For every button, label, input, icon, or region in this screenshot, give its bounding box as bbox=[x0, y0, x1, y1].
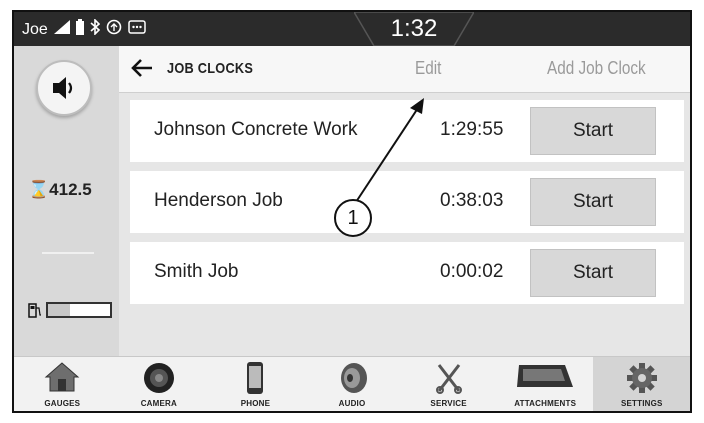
page-title: JOB CLOCKS bbox=[167, 60, 254, 77]
nav-audio[interactable]: AUDIO bbox=[304, 357, 401, 411]
volume-button[interactable] bbox=[36, 60, 92, 116]
left-rail: ⌛412.5 bbox=[14, 46, 119, 356]
nav-settings[interactable]: SETTINGS bbox=[593, 357, 690, 411]
job-time: 0:38:03 bbox=[440, 190, 504, 211]
nav-phone[interactable]: PHONE bbox=[207, 357, 304, 411]
job-name: Smith Job bbox=[154, 261, 239, 282]
fuel-level-fill bbox=[48, 304, 70, 316]
job-clock-row[interactable]: Smith Job 0:00:02 Start bbox=[130, 242, 684, 304]
start-button[interactable]: Start bbox=[530, 249, 656, 297]
page-header: JOB CLOCKS Edit Add Job Clock bbox=[119, 46, 690, 93]
speaker-icon bbox=[53, 77, 73, 99]
bottom-nav: GAUGES CAMERA PHONE AUDIO SERVICE ATTACH… bbox=[14, 356, 690, 411]
status-bar: Joe 1:32 bbox=[14, 12, 690, 46]
job-time: 1:29:55 bbox=[440, 119, 504, 140]
fuel-pump-icon bbox=[28, 303, 41, 318]
fuel-gauge bbox=[28, 302, 112, 318]
job-name: Henderson Job bbox=[154, 190, 283, 211]
rail-divider bbox=[42, 252, 94, 254]
battery-icon bbox=[75, 19, 84, 40]
screen-frame: Joe 1:32 ⌛412.5 JOB CLOCKS Edit Add Job … bbox=[12, 10, 692, 413]
nav-label: CAMERA bbox=[140, 399, 178, 408]
nav-label: ATTACHMENTS bbox=[514, 399, 577, 408]
nav-label: AUDIO bbox=[338, 399, 366, 408]
nav-label: GAUGES bbox=[44, 399, 81, 408]
phone-icon bbox=[247, 362, 264, 394]
back-arrow-icon[interactable] bbox=[131, 58, 153, 78]
camera-icon bbox=[143, 363, 174, 393]
nav-service[interactable]: SERVICE bbox=[400, 357, 497, 411]
nav-gauges[interactable]: GAUGES bbox=[14, 357, 111, 411]
clock-tab: 1:32 bbox=[354, 12, 474, 46]
nav-attachments[interactable]: ATTACHMENTS bbox=[497, 357, 594, 411]
add-job-clock-button[interactable]: Add Job Clock bbox=[547, 58, 646, 79]
nav-label: SERVICE bbox=[430, 399, 467, 408]
job-clock-row[interactable]: Johnson Concrete Work 1:29:55 Start bbox=[130, 100, 684, 162]
wrench-screwdriver-icon bbox=[435, 364, 462, 394]
bucket-icon bbox=[517, 365, 574, 387]
nav-camera[interactable]: CAMERA bbox=[111, 357, 208, 411]
edit-button[interactable]: Edit bbox=[415, 58, 441, 79]
start-button[interactable]: Start bbox=[530, 178, 656, 226]
signal-icon bbox=[53, 20, 70, 39]
message-icon bbox=[128, 20, 146, 39]
user-name: Joe bbox=[22, 20, 48, 38]
job-clock-row[interactable]: Henderson Job 0:38:03 Start bbox=[130, 171, 684, 233]
house-icon bbox=[44, 362, 80, 392]
sync-icon bbox=[106, 19, 122, 40]
nav-label: PHONE bbox=[240, 399, 271, 408]
job-name: Johnson Concrete Work bbox=[154, 119, 358, 140]
job-time: 0:00:02 bbox=[440, 261, 504, 282]
callout-number: 1 bbox=[334, 199, 372, 237]
clock-time: 1:32 bbox=[390, 15, 438, 42]
audio-speaker-icon bbox=[341, 363, 368, 393]
engine-hours: ⌛412.5 bbox=[28, 180, 92, 200]
hourglass-icon: ⌛ bbox=[28, 180, 50, 199]
bluetooth-icon bbox=[90, 18, 100, 40]
status-left: Joe bbox=[22, 18, 146, 40]
nav-label: SETTINGS bbox=[620, 399, 663, 408]
start-button[interactable]: Start bbox=[530, 107, 656, 155]
gear-icon bbox=[626, 363, 657, 393]
hours-value: 412.5 bbox=[49, 180, 92, 199]
fuel-level-bar bbox=[46, 302, 112, 318]
